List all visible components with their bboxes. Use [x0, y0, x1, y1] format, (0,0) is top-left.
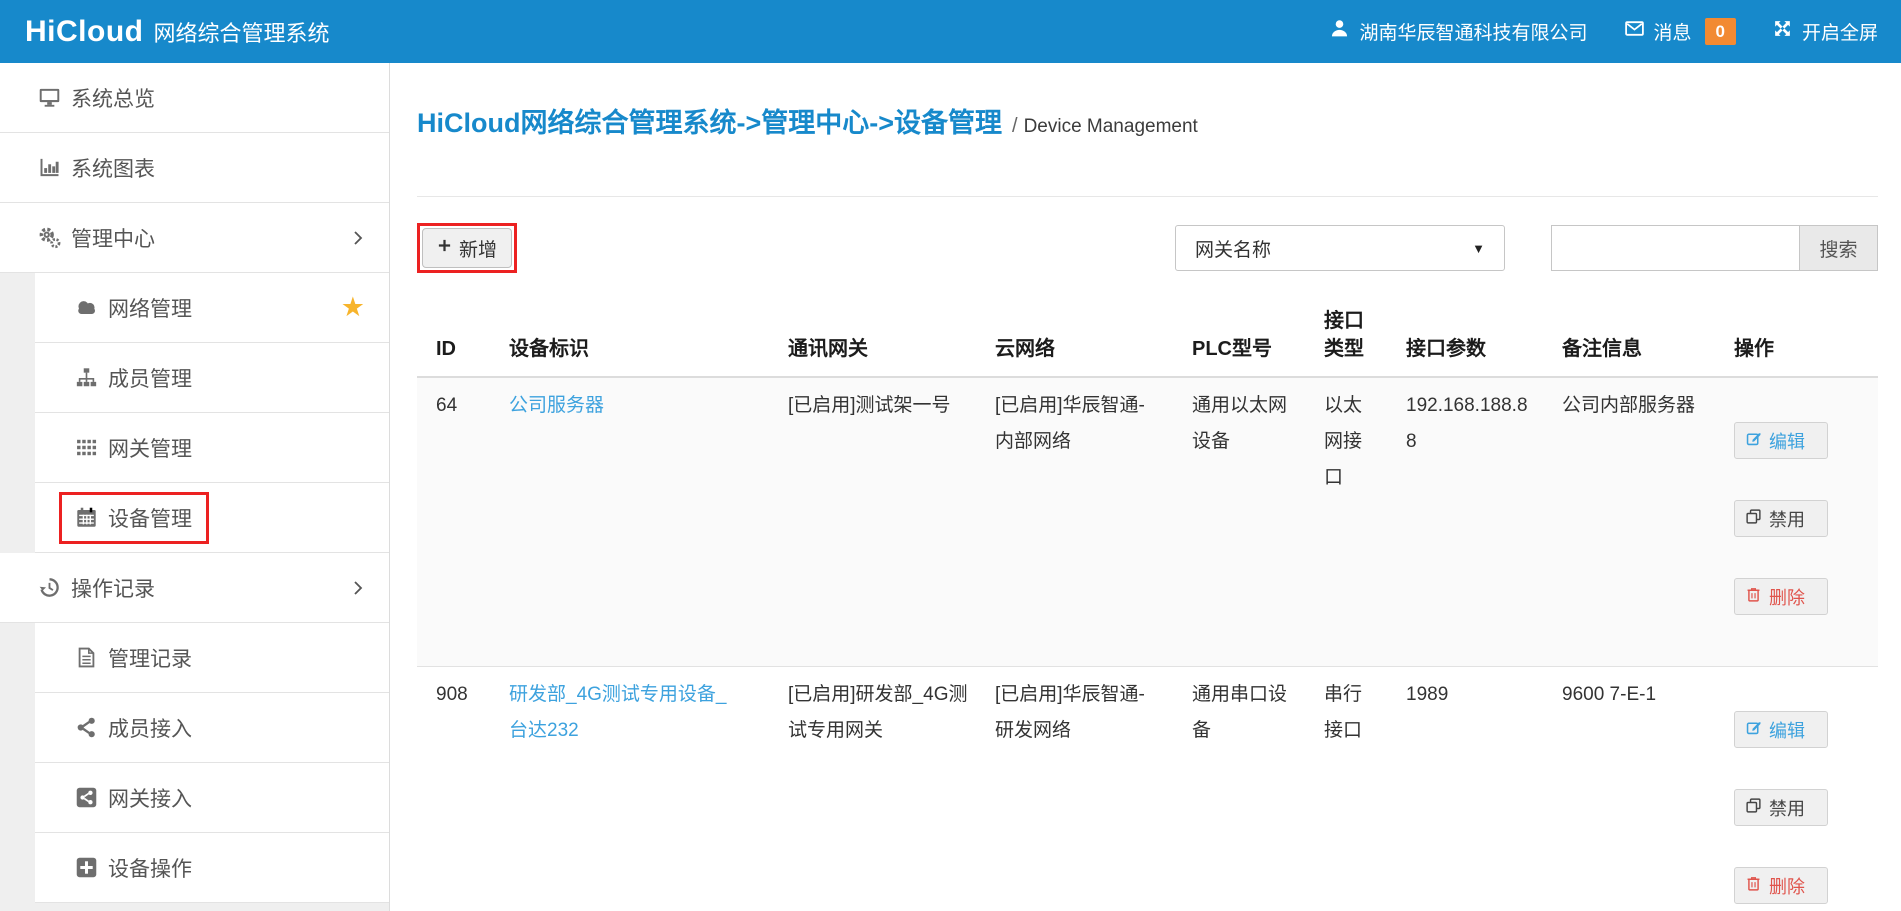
edit-icon	[1745, 719, 1762, 741]
sidebar-item-network-management[interactable]: 网络管理 ★	[35, 273, 389, 343]
sidebar-item-gateway-access[interactable]: 网关接入	[35, 763, 389, 833]
messages-count-badge: 0	[1705, 18, 1736, 45]
fullscreen-label: 开启全屏	[1802, 18, 1878, 45]
calendar-icon	[73, 505, 99, 531]
add-device-button[interactable]: 新增	[422, 228, 512, 268]
breadcrumb-path: HiCloud网络综合管理系统->管理中心->设备管理	[417, 108, 1002, 138]
cell-cloud: [已启用]华辰智通- 研发网络	[995, 667, 1192, 911]
device-link[interactable]: 研发部_4G测试专用设备_ 台达232	[509, 684, 726, 741]
sidebar-item-gateway-management[interactable]: 网关管理	[35, 413, 389, 483]
delete-button[interactable]: 删除	[1734, 867, 1828, 904]
table-header-row: ID 设备标识 通讯网关 云网络 PLC型号 接口类型 接口参数 备注信息 操作	[417, 307, 1878, 377]
messages-button[interactable]: 消息 0	[1624, 18, 1736, 45]
device-table: ID 设备标识 通讯网关 云网络 PLC型号 接口类型 接口参数 备注信息 操作…	[417, 307, 1878, 911]
cell-cloud: [已启用]华辰智通- 内部网络	[995, 377, 1192, 667]
cell-gateway: [已启用]研发部_4G测 试专用网关	[788, 667, 995, 911]
trash-icon	[1745, 875, 1762, 897]
annotation-box-add-button: 新增	[417, 223, 517, 273]
app-title: 网络综合管理系统	[153, 16, 329, 48]
bar-chart-icon	[36, 155, 62, 181]
breadcrumb: HiCloud网络综合管理系统->管理中心->设备管理 / Device Manag…	[417, 105, 1878, 145]
sidebar-item-system-charts[interactable]: 系统图表	[0, 133, 389, 203]
column-header-id: ID	[417, 307, 509, 377]
edit-button[interactable]: 编辑	[1734, 711, 1828, 748]
cell-remark: 公司内部服务器	[1562, 377, 1734, 667]
column-header-cloud: 云网络	[995, 307, 1192, 377]
sidebar-item-device-operation[interactable]: 设备操作	[35, 833, 389, 903]
cell-plc: 通用串口设 备	[1192, 667, 1324, 911]
fullscreen-button[interactable]: 开启全屏	[1772, 18, 1878, 45]
document-icon	[73, 645, 99, 671]
sidebar-item-system-overview[interactable]: 系统总览	[0, 63, 389, 133]
app-logo: HiCloud	[25, 15, 143, 49]
main-content: HiCloud网络综合管理系统->管理中心->设备管理 / Device Manag…	[390, 63, 1901, 911]
column-header-iface-type: 接口类型	[1324, 307, 1406, 377]
sidebar-item-admin-records[interactable]: 管理记录	[35, 623, 389, 693]
delete-button[interactable]: 删除	[1734, 578, 1828, 615]
sidebar-item-member-access[interactable]: 成员接入	[35, 693, 389, 763]
sidebar: 系统总览 系统图表 管理中心 网络管理 ★ 成员管理 网关管理	[0, 63, 390, 911]
mail-icon	[1624, 18, 1645, 45]
divider	[417, 196, 1878, 197]
cell-id: 64	[417, 377, 509, 667]
column-header-device: 设备标识	[509, 307, 788, 377]
filter-field-select[interactable]: 网关名称 ▼	[1175, 225, 1505, 271]
cell-iface-type: 以太 网接 口	[1324, 377, 1406, 667]
disable-button[interactable]: 禁用	[1734, 789, 1828, 826]
column-header-plc: PLC型号	[1192, 307, 1324, 377]
top-header-bar: HiCloud 网络综合管理系统 湖南华辰智通科技有限公司 消息 0 开启全屏	[0, 0, 1901, 63]
column-header-remark: 备注信息	[1562, 307, 1734, 377]
sitemap-icon	[73, 365, 99, 391]
cell-id: 908	[417, 667, 509, 911]
filter-selected-value: 网关名称	[1195, 235, 1271, 262]
breadcrumb-separator: /	[1012, 115, 1018, 137]
sidebar-item-device-management[interactable]: 设备管理	[35, 483, 389, 553]
search-input[interactable]	[1551, 225, 1799, 271]
clone-icon	[1745, 797, 1762, 819]
cell-iface-type: 串行 接口	[1324, 667, 1406, 911]
device-link[interactable]: 公司服务器	[509, 395, 604, 416]
share-square-icon	[73, 785, 99, 811]
company-name: 湖南华辰智通科技有限公司	[1359, 18, 1587, 45]
expand-icon	[1772, 18, 1793, 45]
edit-icon	[1745, 430, 1762, 452]
gears-icon	[36, 225, 62, 251]
cell-plc: 通用以太网 设备	[1192, 377, 1324, 667]
disable-button[interactable]: 禁用	[1734, 500, 1828, 537]
caret-down-icon: ▼	[1472, 241, 1485, 256]
star-icon: ★	[341, 294, 365, 321]
cell-iface-param: 1989	[1406, 667, 1562, 911]
page-title-en: Device Management	[1024, 116, 1198, 137]
cell-iface-param: 192.168.188.88	[1406, 377, 1562, 667]
plus-icon	[437, 237, 452, 259]
edit-button[interactable]: 编辑	[1734, 422, 1828, 459]
grid-icon	[73, 435, 99, 461]
search-button[interactable]: 搜索	[1799, 225, 1878, 271]
table-row: 64 公司服务器 [已启用]测试架一号 [已启用]华辰智通- 内部网络 通用以太…	[417, 377, 1878, 667]
share-icon	[73, 715, 99, 741]
table-row: 908 研发部_4G测试专用设备_ 台达232 [已启用]研发部_4G测 试专用…	[417, 667, 1878, 911]
plus-square-icon	[73, 855, 99, 881]
column-header-actions: 操作	[1734, 307, 1878, 377]
annotation-box-device-management: 设备管理	[59, 492, 209, 544]
sidebar-item-operation-records[interactable]: 操作记录	[0, 553, 389, 623]
history-icon	[36, 575, 62, 601]
cell-gateway: [已启用]测试架一号	[788, 377, 995, 667]
column-header-gateway: 通讯网关	[788, 307, 995, 377]
trash-icon	[1745, 586, 1762, 608]
chevron-right-icon	[351, 228, 365, 248]
search-group: 搜索	[1551, 225, 1878, 271]
sidebar-item-admin-center[interactable]: 管理中心	[0, 203, 389, 273]
sidebar-item-member-management[interactable]: 成员管理	[35, 343, 389, 413]
monitor-icon	[36, 85, 62, 111]
company-menu[interactable]: 湖南华辰智通科技有限公司	[1329, 18, 1587, 45]
messages-label: 消息	[1654, 18, 1692, 45]
toolbar: 新增 网关名称 ▼ 搜索	[417, 223, 1878, 273]
user-icon	[1329, 18, 1350, 45]
clone-icon	[1745, 508, 1762, 530]
cell-remark: 9600 7-E-1	[1562, 667, 1734, 911]
chevron-right-icon	[351, 578, 365, 598]
column-header-iface-param: 接口参数	[1406, 307, 1562, 377]
cloud-icon	[73, 295, 99, 321]
